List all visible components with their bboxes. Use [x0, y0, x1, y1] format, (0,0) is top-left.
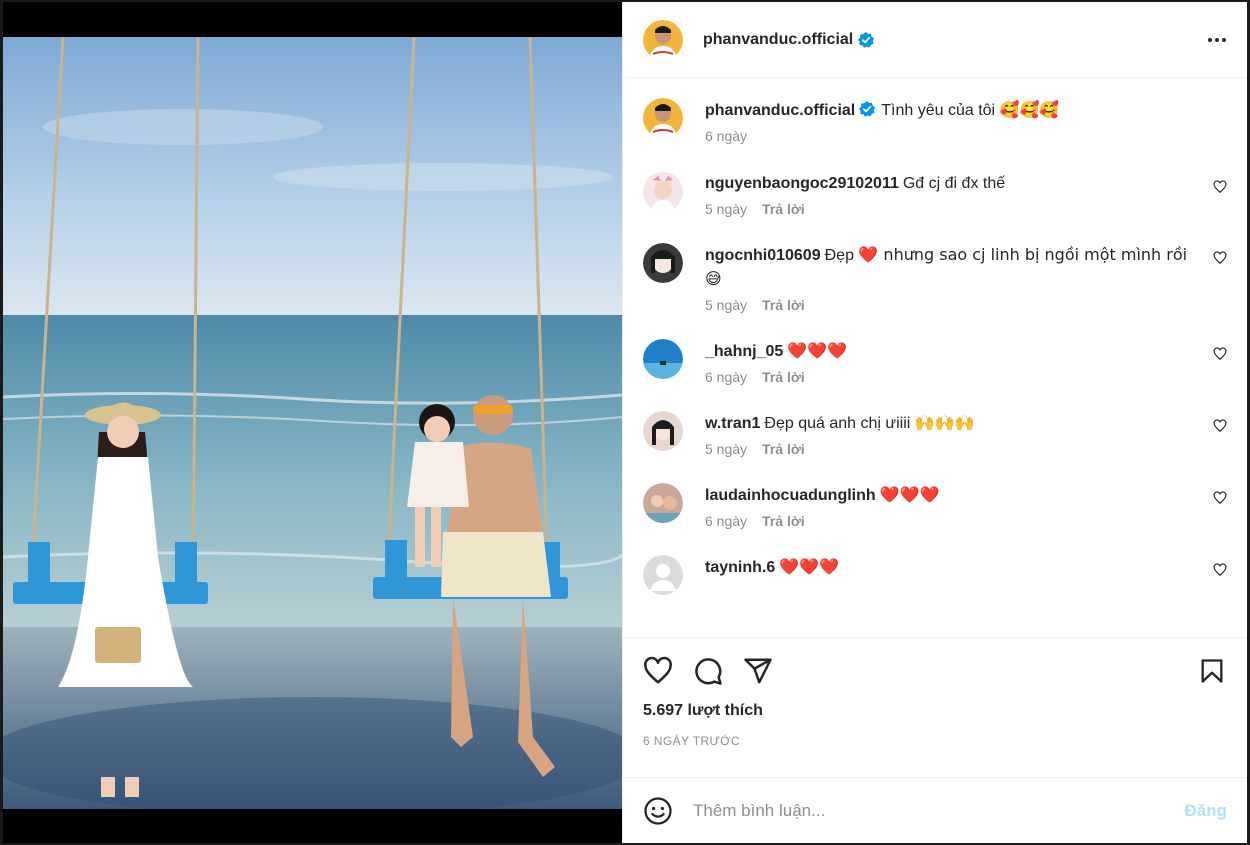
post-media[interactable]	[3, 2, 622, 843]
like-button[interactable]	[643, 656, 673, 686]
author-username[interactable]: phanvanduc.official	[703, 31, 853, 49]
heart-icon[interactable]	[1213, 419, 1227, 433]
post-photo[interactable]	[3, 37, 622, 809]
post-actions: 5.697 lượt thích 6 NGÀY TRƯỚC	[623, 637, 1247, 777]
comment-username[interactable]: nguyenbaongoc29102011	[705, 175, 899, 192]
comment-emojis: 🙌🙌🙌	[914, 413, 975, 432]
comment-avatar[interactable]	[643, 411, 683, 451]
heart-icon[interactable]	[1213, 563, 1227, 577]
comment-avatar[interactable]	[643, 555, 683, 595]
comment-time[interactable]: 5 ngày	[705, 441, 747, 457]
heart-icon[interactable]	[1213, 180, 1227, 194]
comment-button[interactable]	[693, 656, 723, 686]
comment-input[interactable]	[693, 800, 1175, 821]
bookmark-icon	[1201, 659, 1223, 683]
more-icon	[1208, 37, 1226, 42]
reply-button[interactable]: Trả lời	[762, 369, 805, 385]
comment-item: tayninh.6 ❤️❤️❤️	[643, 555, 1227, 595]
comment-item: ngocnhi010609 Đẹp ❤️ nhưng sao cj linh bị…	[643, 243, 1227, 313]
comment-item: nguyenbaongoc29102011 Gđ cj đi đx thế 5 n…	[643, 172, 1227, 217]
heart-icon	[644, 656, 672, 684]
comment-avatar[interactable]	[643, 483, 683, 523]
comment-username[interactable]: laudainhocuadunglinh	[705, 487, 876, 504]
comment-time[interactable]: 6 ngày	[705, 513, 747, 529]
verified-icon	[859, 101, 876, 117]
comment-emojis: ❤️❤️❤️	[779, 557, 839, 576]
verified-icon	[858, 31, 875, 48]
comment-username[interactable]: ngocnhi010609	[705, 247, 821, 264]
comment-username[interactable]: tayninh.6	[705, 559, 775, 576]
post-modal: phanvanduc.official phanvanduc.official …	[3, 2, 1247, 843]
reply-button[interactable]: Trả lời	[762, 297, 805, 313]
share-icon	[744, 658, 772, 684]
more-options-button[interactable]	[1205, 28, 1229, 52]
heart-icon[interactable]	[1213, 491, 1227, 505]
comment-time[interactable]: 5 ngày	[705, 297, 747, 313]
comment-time[interactable]: 5 ngày	[705, 201, 747, 217]
comment-avatar[interactable]	[643, 243, 683, 283]
comment-avatar[interactable]	[643, 339, 683, 379]
smile-icon[interactable]	[643, 796, 673, 826]
comment-emojis: ❤️❤️❤️	[879, 485, 940, 504]
comment-emojis: ❤️❤️❤️	[787, 341, 848, 360]
likes-count[interactable]: 5.697 lượt thích	[643, 702, 1227, 720]
post-panel: phanvanduc.official phanvanduc.official …	[622, 2, 1247, 843]
reply-button[interactable]: Trả lời	[762, 441, 805, 457]
comment-icon	[695, 658, 722, 685]
reply-button[interactable]: Trả lời	[762, 201, 805, 217]
comment-avatar[interactable]	[643, 172, 683, 212]
comment-item: w.tran1 Đẹp quá anh chị ưiiii 🙌🙌🙌 5 ngày T…	[643, 411, 1227, 457]
comment-username[interactable]: _hahnj_05	[705, 343, 783, 360]
caption-text: Tình yêu của tôi	[881, 102, 996, 119]
add-comment-bar: Đăng	[623, 777, 1247, 843]
post-header: phanvanduc.official	[623, 2, 1247, 78]
post-caption: phanvanduc.official Tình yêu của tôi 🥰🥰🥰 …	[643, 98, 1227, 144]
author-avatar[interactable]	[643, 19, 683, 60]
comment-text: Đẹp	[824, 247, 854, 264]
caption-avatar[interactable]	[643, 98, 683, 138]
comment-text: Đẹp quá anh chị ưiiii	[764, 415, 911, 432]
post-time[interactable]: 6 NGÀY TRƯỚC	[643, 734, 1227, 748]
comments-list[interactable]: phanvanduc.official Tình yêu của tôi 🥰🥰🥰 …	[623, 78, 1247, 637]
comment-username[interactable]: w.tran1	[705, 415, 760, 432]
comment-text: Gđ cj đi đx thế	[902, 175, 1006, 192]
caption-username[interactable]: phanvanduc.official	[705, 102, 855, 119]
caption-emojis: 🥰🥰🥰	[999, 100, 1060, 119]
reply-button[interactable]: Trả lời	[762, 513, 805, 529]
save-button[interactable]	[1197, 656, 1227, 686]
heart-icon[interactable]	[1213, 347, 1227, 361]
share-button[interactable]	[743, 656, 773, 686]
comment-time[interactable]: 6 ngày	[705, 369, 747, 385]
heart-icon[interactable]	[1213, 251, 1227, 265]
comment-item: _hahnj_05 ❤️❤️❤️ 6 ngày Trả lời	[643, 339, 1227, 385]
comment-item: laudainhocuadunglinh ❤️❤️❤️ 6 ngày Trả lời	[643, 483, 1227, 529]
caption-time[interactable]: 6 ngày	[705, 128, 747, 144]
post-comment-button[interactable]: Đăng	[1185, 801, 1228, 821]
